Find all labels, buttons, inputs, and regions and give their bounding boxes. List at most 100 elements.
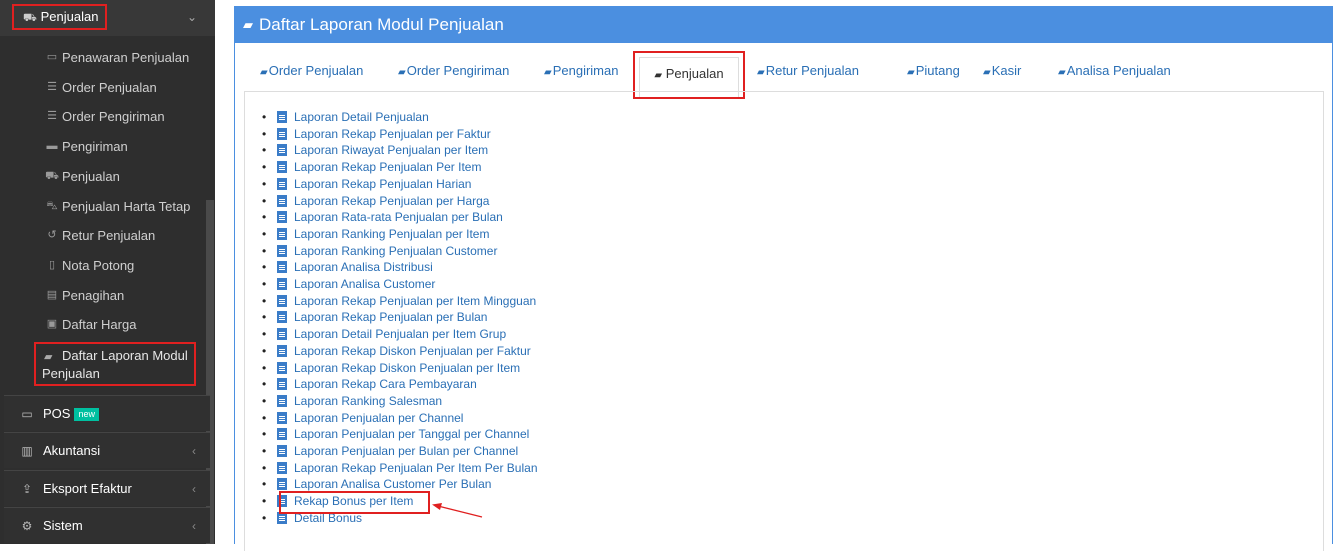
ordered-list-icon: ☰ xyxy=(47,110,57,123)
sidebar-item-retur-penjualan[interactable]: ↺ Retur Penjualan xyxy=(0,221,205,250)
sidebar: ⛟ Penjualan ⌄ ▭ Penawaran Penjualan ☰ Order… xyxy=(0,0,215,544)
sidebar-section-penjualan-highlight[interactable]: ⛟ Penjualan xyxy=(12,4,107,30)
chevron-left-icon: ‹ xyxy=(192,519,196,533)
file-icon: ▯ xyxy=(48,258,56,271)
sidebar-item-pengiriman[interactable]: ▬ Pengiriman xyxy=(0,132,205,161)
list-bullet: • xyxy=(262,160,267,175)
sidebar-item-label: Eksport Efaktur xyxy=(43,481,132,496)
report-link-label: Laporan Rekap Penjualan per Harga xyxy=(294,193,490,208)
book-icon: ▰ xyxy=(243,17,253,32)
report-link-label: Laporan Rekap Penjualan Harian xyxy=(294,176,472,191)
tab-label: Penjualan xyxy=(665,66,724,81)
sidebar-item-label: Sistem xyxy=(43,518,83,533)
sidebar-item-label: Daftar Laporan Modul Penjualan xyxy=(42,348,188,381)
report-link-label: Laporan Rekap Diskon Penjualan per Faktu… xyxy=(294,343,531,358)
list-bullet: • xyxy=(262,126,267,141)
book-icon: ▰ xyxy=(1058,67,1066,78)
sidebar-item-eksport-efaktur[interactable]: ⇪ Eksport Efaktur ‹ xyxy=(4,470,210,506)
pointer-arrow xyxy=(432,503,483,518)
report-link-label: Laporan Analisa Distribusi xyxy=(294,260,433,275)
report-link-label: Laporan Penjualan per Bulan per Channel xyxy=(294,444,519,458)
list-bullet: • xyxy=(262,260,267,275)
book-icon: ▰ xyxy=(260,67,268,78)
sidebar-item-sistem[interactable]: ⚙ Sistem ‹ xyxy=(4,507,210,543)
tab-order-pengiriman[interactable]: ▰Order Pengiriman xyxy=(398,60,509,82)
file-text-icon xyxy=(277,478,287,491)
list-icon: ☰ xyxy=(47,80,57,93)
sidebar-item-order-penjualan[interactable]: ☰ Order Penjualan xyxy=(0,73,205,102)
book-icon: ▰ xyxy=(757,67,765,78)
list-bullet: • xyxy=(262,327,267,342)
sidebar-item-order-pengiriman[interactable]: ☰ Order Pengiriman xyxy=(0,102,205,131)
list-bullet: • xyxy=(262,243,267,258)
sidebar-item-daftar-harga[interactable]: ▣ Daftar Harga xyxy=(0,310,205,339)
chevron-left-icon: ‹ xyxy=(192,482,196,496)
sidebar-item-daftar-laporan-modul-penjualan[interactable]: ▰ Daftar Laporan Modul Penjualan xyxy=(34,342,196,386)
file-text-icon xyxy=(277,445,287,457)
sidebar-item-label: POS new xyxy=(43,396,99,432)
report-link-label: Laporan Ranking Penjualan per Item xyxy=(294,226,490,241)
tab-piutang[interactable]: ▰Piutang xyxy=(907,60,960,82)
sidebar-item-label: Retur Penjualan xyxy=(62,228,156,244)
file-text-icon xyxy=(277,394,287,407)
tab-retur-penjualan[interactable]: ▰Retur Penjualan xyxy=(757,60,859,82)
sidebar-item-label: Penjualan Harta Tetap xyxy=(62,198,191,214)
cart-icon: ⛟ xyxy=(45,169,59,182)
file-text-icon xyxy=(277,278,287,290)
tab-label: Order Penjualan xyxy=(268,63,364,78)
report-link-label: Laporan Rata-rata Penjualan per Bulan xyxy=(294,210,503,225)
cogs-icon: ⚙ xyxy=(21,519,33,533)
report-link-label: Laporan Penjualan per Channel xyxy=(294,410,464,425)
list-bullet: • xyxy=(262,494,267,509)
list-bullet: • xyxy=(262,176,267,191)
report-link-label: Laporan Rekap Penjualan per Faktur xyxy=(294,126,491,141)
report-link-label: Laporan Ranking Salesman xyxy=(294,393,443,408)
list-bullet: • xyxy=(262,343,267,358)
report-link-label: Laporan Rekap Penjualan Per Item Per Bul… xyxy=(294,460,538,475)
list-bullet: • xyxy=(262,477,267,492)
book-icon: ▰ xyxy=(544,67,552,78)
tab-label: Order Pengiriman xyxy=(406,63,510,78)
tab-label: Pengiriman xyxy=(552,63,619,78)
list-bullet: • xyxy=(262,410,267,425)
book-icon: ▰ xyxy=(907,67,915,78)
tab-label: Retur Penjualan xyxy=(765,63,859,78)
report-link-label: Laporan Riwayat Penjualan per Item xyxy=(294,143,489,158)
sidebar-item-penawaran-penjualan[interactable]: ▭ Penawaran Penjualan xyxy=(0,43,205,72)
file-text-icon xyxy=(277,411,287,424)
sidebar-item-label: Order Penjualan xyxy=(62,79,157,95)
sidebar-item-label: Nota Potong xyxy=(62,257,135,273)
book-icon: ▰ xyxy=(398,67,406,78)
sidebar-item-akuntansi[interactable]: ▥ Akuntansi ‹ xyxy=(4,432,210,468)
sidebar-item-penjualan[interactable]: ⛟ Penjualan xyxy=(0,162,205,191)
file-text-icon xyxy=(277,161,287,174)
report-link-label: Laporan Rekap Penjualan per Item Minggua… xyxy=(294,293,537,308)
report-link-label: Laporan Rekap Cara Pembayaran xyxy=(294,377,477,392)
sidebar-item-penjualan-harta-tetap[interactable]: ⛍ Penjualan Harta Tetap xyxy=(0,192,205,221)
file-text-icon xyxy=(277,144,287,157)
tab-pengiriman[interactable]: ▰Pengiriman xyxy=(544,60,618,82)
tab-order-penjualan[interactable]: ▰Order Penjualan xyxy=(260,60,363,82)
sidebar-section-label: Penjualan xyxy=(40,9,99,24)
new-badge: new xyxy=(74,408,99,422)
cart-icon: ⛟ xyxy=(23,12,37,24)
file-text-icon xyxy=(277,227,287,240)
list-bullet: • xyxy=(262,427,267,442)
money-icon: ▣ xyxy=(46,318,58,331)
invoice-icon: ▤ xyxy=(46,288,58,301)
sidebar-item-pos[interactable]: ▭ POS new xyxy=(4,395,210,431)
tab-kasir[interactable]: ▰Kasir xyxy=(983,60,1021,82)
file-text-icon xyxy=(277,461,287,474)
tab-label: Kasir xyxy=(991,63,1022,78)
sidebar-section-penjualan[interactable]: ⛟ Penjualan ⌄ xyxy=(0,0,215,36)
sidebar-item-penagihan[interactable]: ▤ Penagihan xyxy=(0,281,205,310)
file-text-icon xyxy=(277,177,287,190)
tab-analisa-penjualan[interactable]: ▰Analisa Penjualan xyxy=(1058,60,1171,82)
sidebar-item-label: Penawaran Penjualan xyxy=(62,50,190,65)
file-text-icon xyxy=(277,344,287,357)
bar-chart-icon: ▥ xyxy=(21,444,33,458)
list-bullet: • xyxy=(262,444,267,458)
sidebar-item-nota-potong[interactable]: ▯ Nota Potong xyxy=(0,251,205,280)
book-icon: ▰ xyxy=(654,70,663,81)
file-text-icon xyxy=(277,194,287,207)
